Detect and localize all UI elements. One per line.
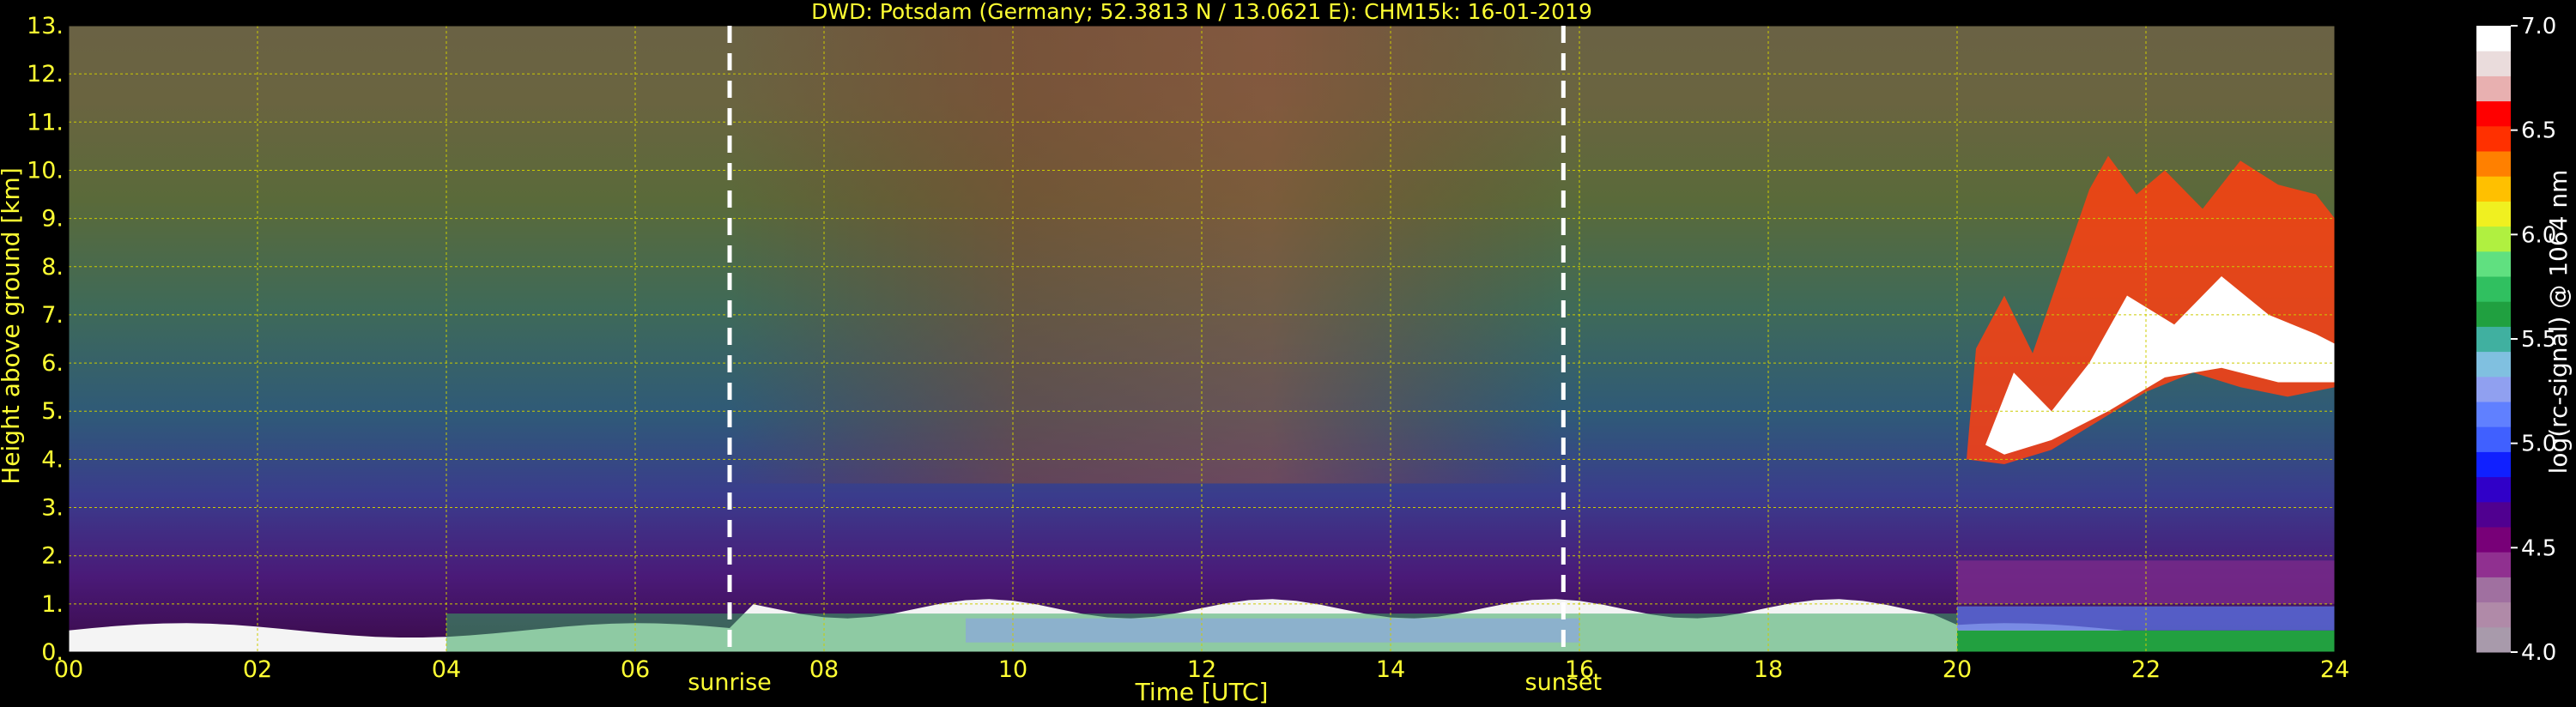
colorbar-segment bbox=[2476, 577, 2511, 603]
x-tick-label: 02 bbox=[243, 656, 272, 683]
event-label-sunrise: sunrise bbox=[688, 669, 772, 696]
colorbar-segment bbox=[2476, 151, 2511, 177]
colorbar-segment bbox=[2476, 626, 2511, 653]
y-tick-label: 2. bbox=[41, 543, 64, 570]
x-axis-label: Time [UTC] bbox=[1135, 678, 1269, 706]
ceilometer-chart: DWD: Potsdam (Germany; 52.3813 N / 13.06… bbox=[0, 0, 2576, 707]
colorbar-segment bbox=[2476, 251, 2511, 277]
colorbar-tick-label: 7.0 bbox=[2521, 14, 2556, 39]
y-tick-label: 13. bbox=[27, 13, 64, 39]
x-tick-label: 16 bbox=[1565, 656, 1594, 683]
colorbar-segment bbox=[2476, 100, 2511, 127]
aerosol-layer-blue bbox=[966, 618, 1579, 643]
colorbar-tick-label: 4.5 bbox=[2521, 535, 2556, 561]
y-tick-label: 0. bbox=[41, 639, 64, 666]
colorbar-segment bbox=[2476, 301, 2511, 327]
colorbar-segment bbox=[2476, 26, 2511, 51]
colorbar-segment bbox=[2476, 527, 2511, 553]
colorbar-segment bbox=[2476, 226, 2511, 252]
y-tick-label: 8. bbox=[41, 254, 64, 281]
y-tick-label: 10. bbox=[27, 157, 64, 184]
colorbar-segment bbox=[2476, 51, 2511, 76]
y-tick-label: 1. bbox=[41, 591, 64, 618]
x-tick-label: 22 bbox=[2131, 656, 2161, 683]
y-tick-label: 12. bbox=[27, 61, 64, 88]
colorbar-segment bbox=[2476, 351, 2511, 378]
colorbar-tick-label: 6.5 bbox=[2521, 118, 2556, 144]
colorbar-label: log(rc-signal) @ 1064 nm bbox=[2544, 170, 2573, 474]
colorbar-segment bbox=[2476, 426, 2511, 452]
colorbar-segment bbox=[2476, 451, 2511, 478]
y-tick-label: 3. bbox=[41, 495, 64, 522]
colorbar-segment bbox=[2476, 326, 2511, 353]
x-tick-label: 08 bbox=[809, 656, 839, 683]
colorbar-segment bbox=[2476, 176, 2511, 202]
y-tick-label: 9. bbox=[41, 206, 64, 233]
x-tick-label: 06 bbox=[621, 656, 650, 683]
colorbar-segment bbox=[2476, 501, 2511, 528]
y-tick-label: 4. bbox=[41, 446, 64, 473]
chart-title: DWD: Potsdam (Germany; 52.3813 N / 13.06… bbox=[811, 0, 1592, 24]
colorbar-segment bbox=[2476, 552, 2511, 577]
y-axis-label: Height above ground [km] bbox=[0, 167, 25, 485]
x-tick-label: 18 bbox=[1754, 656, 1783, 683]
colorbar-segment bbox=[2476, 276, 2511, 302]
y-tick-label: 11. bbox=[27, 109, 64, 136]
y-tick-label: 5. bbox=[41, 398, 64, 425]
x-tick-label: 20 bbox=[1943, 656, 1972, 683]
x-tick-label: 14 bbox=[1376, 656, 1405, 683]
daylight-noise bbox=[730, 26, 1561, 484]
x-tick-label: 24 bbox=[2320, 656, 2349, 683]
colorbar-segment bbox=[2476, 376, 2511, 402]
colorbar-segment bbox=[2476, 125, 2511, 152]
colorbar-segment bbox=[2476, 76, 2511, 102]
colorbar-segment bbox=[2476, 601, 2511, 628]
colorbar-tick-label: 4.0 bbox=[2521, 640, 2556, 666]
y-tick-label: 6. bbox=[41, 350, 64, 377]
colorbar-segment bbox=[2476, 402, 2511, 427]
colorbar-segment bbox=[2476, 201, 2511, 227]
x-tick-label: 10 bbox=[998, 656, 1027, 683]
y-tick-label: 7. bbox=[41, 302, 64, 329]
colorbar-segment bbox=[2476, 476, 2511, 503]
x-tick-label: 04 bbox=[432, 656, 461, 683]
